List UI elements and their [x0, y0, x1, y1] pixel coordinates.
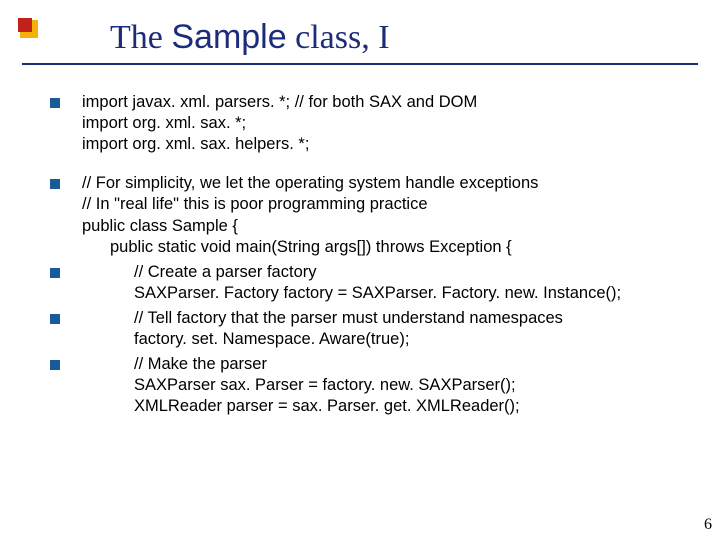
- bullet-icon: [50, 179, 60, 189]
- code-line: // For simplicity, we let the operating …: [82, 173, 692, 194]
- code-line: // In "real life" this is poor programmi…: [82, 194, 692, 215]
- bullet-2: // For simplicity, we let the operating …: [50, 173, 692, 257]
- code-line: import javax. xml. parsers. *; // for bo…: [82, 92, 692, 113]
- bullet-icon: [50, 98, 60, 108]
- bullet-1-text: import javax. xml. parsers. *; // for bo…: [82, 92, 692, 155]
- code-line: // Make the parser: [82, 354, 692, 375]
- code-line: factory. set. Namespace. Aware(true);: [82, 329, 692, 350]
- bullet-5: // Make the parser SAXParser sax. Parser…: [50, 354, 692, 417]
- slide-title: The Sample class, I: [22, 18, 698, 63]
- title-post: class, I: [287, 19, 390, 56]
- bullet-icon: [50, 268, 60, 278]
- code-line: // Tell factory that the parser must und…: [82, 308, 692, 329]
- title-pre: The: [110, 19, 171, 56]
- title-bar: The Sample class, I: [22, 18, 698, 65]
- code-line: public static void main(String args[]) t…: [82, 237, 692, 258]
- code-line: public class Sample {: [82, 216, 692, 237]
- code-line: import org. xml. sax. helpers. *;: [82, 134, 692, 155]
- bullet-icon: [50, 314, 60, 324]
- code-line: import org. xml. sax. *;: [82, 113, 692, 134]
- code-line: XMLReader parser = sax. Parser. get. XML…: [82, 396, 692, 417]
- code-line: SAXParser sax. Parser = factory. new. SA…: [82, 375, 692, 396]
- code-line: // Create a parser factory: [82, 262, 692, 283]
- bullet-3-text: // Create a parser factory SAXParser. Fa…: [82, 262, 692, 304]
- title-mono: Sample: [171, 18, 286, 56]
- code-line: SAXParser. Factory factory = SAXParser. …: [82, 283, 692, 304]
- bullet-3: // Create a parser factory SAXParser. Fa…: [50, 262, 692, 304]
- bullet-1: import javax. xml. parsers. *; // for bo…: [50, 92, 692, 155]
- bullet-5-text: // Make the parser SAXParser sax. Parser…: [82, 354, 692, 417]
- bullet-4-text: // Tell factory that the parser must und…: [82, 308, 692, 350]
- page-number: 6: [704, 516, 712, 534]
- slide-body: import javax. xml. parsers. *; // for bo…: [50, 92, 692, 422]
- bullet-4: // Tell factory that the parser must und…: [50, 308, 692, 350]
- bullet-2-text: // For simplicity, we let the operating …: [82, 173, 692, 257]
- bullet-icon: [50, 360, 60, 370]
